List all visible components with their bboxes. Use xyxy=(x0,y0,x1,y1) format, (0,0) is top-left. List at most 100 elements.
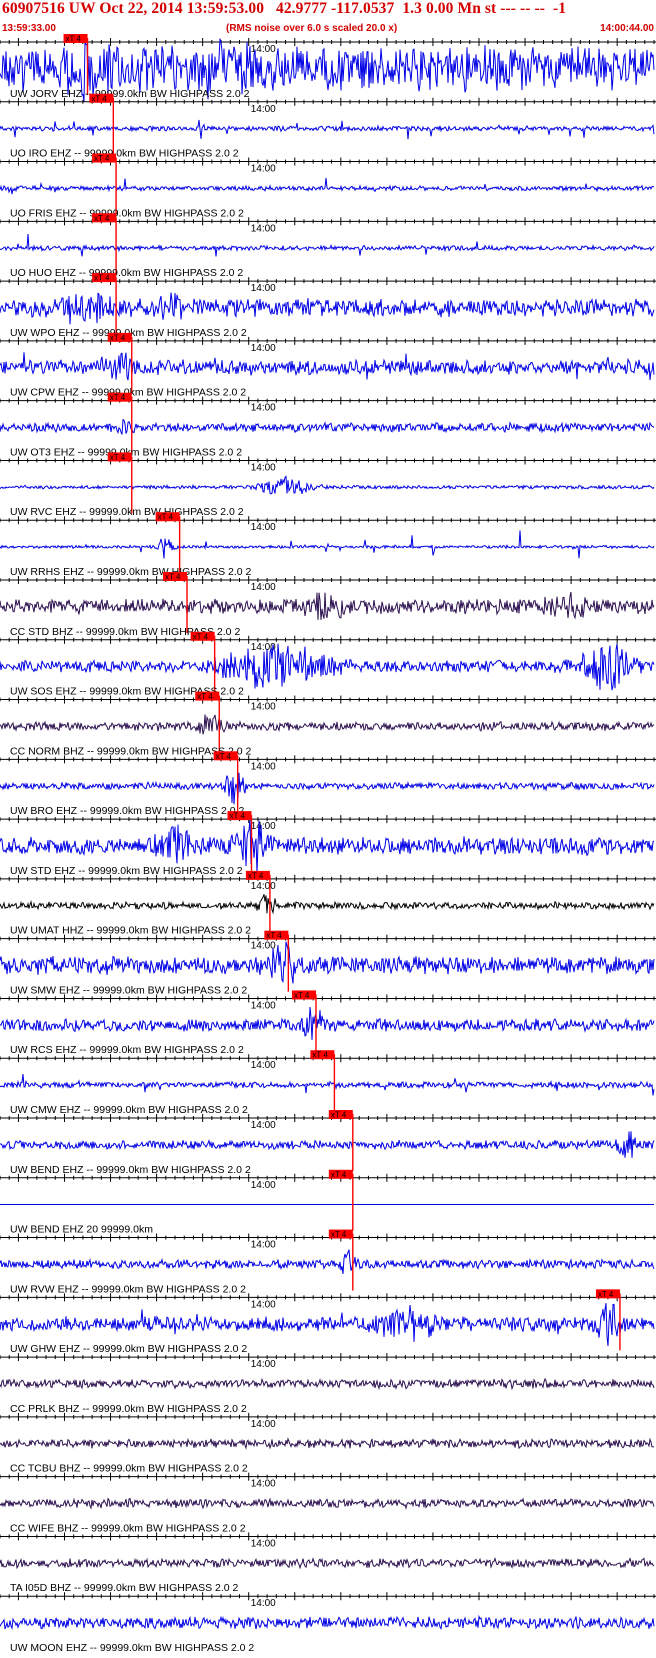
axis-tick-label: 14:00 xyxy=(251,164,276,175)
station-label: UW CMW EHZ -- 99999.0km BW HIGHPASS 2.0 … xyxy=(10,1104,248,1116)
waveform xyxy=(0,1614,655,1630)
station-label: CC PRLK BHZ -- 99999.0km BW HIGHPASS 2.0… xyxy=(10,1403,247,1415)
waveform xyxy=(0,591,655,620)
waveform xyxy=(0,1497,655,1510)
waveform xyxy=(0,1007,655,1040)
station-label: UW RCS EHZ -- 99999.0km BW HIGHPASS 2.0 … xyxy=(10,1044,244,1056)
waveform xyxy=(0,177,655,195)
trace-6: 14:00xT 4UW CPW EHZ -- 99999.0km BW HIGH… xyxy=(0,332,656,399)
station-label: UO HUO EHZ -- 99999.0km BW HIGHPASS 2.0 … xyxy=(10,267,243,279)
pick-label: xT 4 xyxy=(197,692,213,701)
waveform xyxy=(0,1131,655,1158)
waveform xyxy=(0,530,655,559)
pick-label: xT 4 xyxy=(66,35,82,44)
trace-25: 14:00 CC WIFE BHZ -- 99999.0km BW HIGHPAS… xyxy=(0,1472,656,1534)
pick-label: xT 4 xyxy=(229,812,245,821)
station-label: UO FRIS EHZ -- 99999.0km BW HIGHPASS 2.0… xyxy=(10,207,244,219)
trace-19: 14:00 xT 4 UW BEND EHZ -- 99999.0km BW HIG… xyxy=(0,1110,656,1176)
axis-tick-label: 14:00 xyxy=(251,462,276,473)
station-label: UW RVC EHZ -- 99999.0km BW HIGHPASS 2.0 … xyxy=(10,506,244,518)
pick-label: xT 4 xyxy=(165,573,181,582)
waveform xyxy=(0,119,655,140)
axis-tick-label: 14:00 xyxy=(251,1419,276,1430)
trace-13: 14:00 xT 4 UW BRO EHZ -- 99999.0km BW HIGH… xyxy=(0,751,656,817)
axis-tick-label: 14:00 xyxy=(251,223,276,234)
waveform xyxy=(0,1557,655,1570)
waveform xyxy=(0,1437,655,1450)
station-label: UO IRO EHZ -- 99999.0km BW HIGHPASS 2.0 … xyxy=(10,148,239,160)
waveform xyxy=(0,1377,655,1391)
trace-27: 14:00 UW MOON EHZ -- 99999.0km BW HIGHPAS… xyxy=(0,1592,656,1654)
axis-tick-label: 14:00 xyxy=(251,1359,276,1370)
station-label: UW RVW EHZ -- 99999.0km BW HIGHPASS 2.0 … xyxy=(10,1283,246,1295)
trace-18: 14:00 xT 4 UW CMW EHZ -- 99999.0km BW HIGH… xyxy=(0,1050,656,1116)
trace-5: 14:00xT 4UW WPO EHZ -- 99999.0km BW HIGH… xyxy=(0,273,656,339)
station-label: UW BEND EHZ 20 99999.0km xyxy=(10,1224,153,1236)
trace-21: 14:00 xT 4 UW RVW EHZ -- 99999.0km BW HIGH… xyxy=(0,1229,656,1295)
trace-4: 14:00 xT 4 UO HUO EHZ -- 99999.0km BW HIGH… xyxy=(0,213,656,279)
axis-tick-label: 14:00 xyxy=(251,702,276,713)
trace-7: 14:00xT 4UW OT3 EHZ -- 99999.0km BW HIGH… xyxy=(0,392,656,458)
trace-20: 14:00 xT 4 UW BEND EHZ 20 99999.0km xyxy=(0,1169,656,1236)
axis-tick-label: 14:00 xyxy=(251,104,276,115)
trace-17: 14:00 xT 4 UW RCS EHZ -- 99999.0km BW HIGH… xyxy=(0,990,656,1056)
axis-tick-label: 14:00 xyxy=(251,1538,276,1549)
trace-24: 14:00 CC TCBU BHZ -- 99999.0km BW HIGHPAS… xyxy=(0,1412,656,1475)
trace-12: 14:00xT 4CC NORM BHZ -- 99999.0km BW HIG… xyxy=(0,691,656,757)
station-label: UW STD EHZ -- 99999.0km BW HIGHPASS 2.0 … xyxy=(10,865,243,877)
pick-label: xT 4 xyxy=(266,931,282,940)
station-label: UW UMAT HHZ -- 99999.0km BW HIGHPASS 2.0… xyxy=(10,925,251,937)
axis-tick-label: 14:00 xyxy=(251,1299,276,1310)
pick-label: xT 4 xyxy=(91,94,107,103)
axis-tick-label: 14:00 xyxy=(251,821,276,832)
axis-tick-label: 14:00 xyxy=(251,1120,276,1131)
pick-label: xT 4 xyxy=(110,453,126,462)
trace-11: 14:00xT 4UW SOS EHZ -- 99999.0km BW HIGH… xyxy=(0,631,656,698)
station-label: UW RRHS EHZ -- 99999.0km BW HIGHPASS 2.0… xyxy=(10,566,252,578)
pick-label: xT 4 xyxy=(294,991,310,1000)
axis-tick-label: 14:00 xyxy=(251,941,276,952)
waveform xyxy=(0,643,655,691)
waveform xyxy=(0,418,655,435)
pick-label: xT 4 xyxy=(248,871,264,880)
pick-label: xT 4 xyxy=(312,1051,328,1060)
waveform xyxy=(0,1074,655,1096)
trace-22: 14:00 xT 4 UW GHW EHZ -- 99999.0km BW HIGH… xyxy=(0,1289,656,1355)
axis-tick-label: 14:00 xyxy=(251,1180,276,1191)
station-label: CC WIFE BHZ -- 99999.0km BW HIGHPASS 2.0… xyxy=(10,1522,246,1534)
pick-label: xT 4 xyxy=(94,214,110,223)
trace-15: 14:00xT 4UW UMAT HHZ -- 99999.0km BW HIG… xyxy=(0,870,656,937)
station-label: CC TCBU BHZ -- 99999.0km BW HIGHPASS 2.0… xyxy=(10,1463,248,1475)
pick-label: xT 4 xyxy=(94,274,110,283)
station-label: UW MOON EHZ -- 99999.0km BW HIGHPASS 2.0… xyxy=(10,1642,254,1654)
pick-label: xT 4 xyxy=(110,333,126,342)
waveform xyxy=(0,894,655,915)
trace-10: 14:00xT 4CC STD BHZ -- 99999.0km BW HIGH… xyxy=(0,572,656,638)
axis-tick-label: 14:00 xyxy=(251,522,276,533)
station-label: UW JORV EHZ -- 99999.0km BW HIGHPASS 2.0… xyxy=(10,88,250,100)
axis-tick-label: 14:00 xyxy=(251,343,276,354)
station-label: UW BRO EHZ -- 99999.0km BW HIGHPASS 2.0 … xyxy=(10,805,245,817)
station-label: UW BEND EHZ -- 99999.0km BW HIGHPASS 2.0… xyxy=(10,1164,251,1176)
trace-14: 14:00 xT 4 UW STD EHZ -- 99999.0km BW HIGH… xyxy=(0,811,656,877)
waveform xyxy=(0,475,655,495)
trace-1: 14:00xT 4UW JORV EHZ -- 99999.0km BW HIG… xyxy=(0,34,656,102)
pick-label: xT 4 xyxy=(598,1290,614,1299)
axis-tick-label: 14:00 xyxy=(251,761,276,772)
axis-tick-label: 14:00 xyxy=(251,403,276,414)
waveform xyxy=(0,714,655,735)
station-label: TA I05D BHZ -- 99999.0km BW HIGHPASS 2.0… xyxy=(10,1582,239,1594)
waveform xyxy=(0,292,655,325)
pick-label: xT 4 xyxy=(158,513,174,522)
pick-label: xT 4 xyxy=(331,1170,347,1179)
seismogram-plot: 14:00xT 4UW JORV EHZ -- 99999.0km BW HIG… xyxy=(0,34,656,1654)
trace-16: 14:00xT 4 UW SMW EHZ -- 99999.0km BW HIGH… xyxy=(0,930,656,996)
station-label: UW SMW EHZ -- 99999.0km BW HIGHPASS 2.0 … xyxy=(10,984,247,996)
axis-tick-label: 14:00 xyxy=(251,1000,276,1011)
axis-tick-label: 14:00 xyxy=(251,881,276,892)
axis-tick-label: 14:00 xyxy=(251,1598,276,1609)
axis-tick-label: 14:00 xyxy=(251,582,276,593)
trace-2: 14:00 xT 4 UO IRO EHZ -- 99999.0km BW HIGH… xyxy=(0,93,656,160)
axis-tick-label: 14:00 xyxy=(251,1479,276,1490)
waveform xyxy=(0,233,655,257)
